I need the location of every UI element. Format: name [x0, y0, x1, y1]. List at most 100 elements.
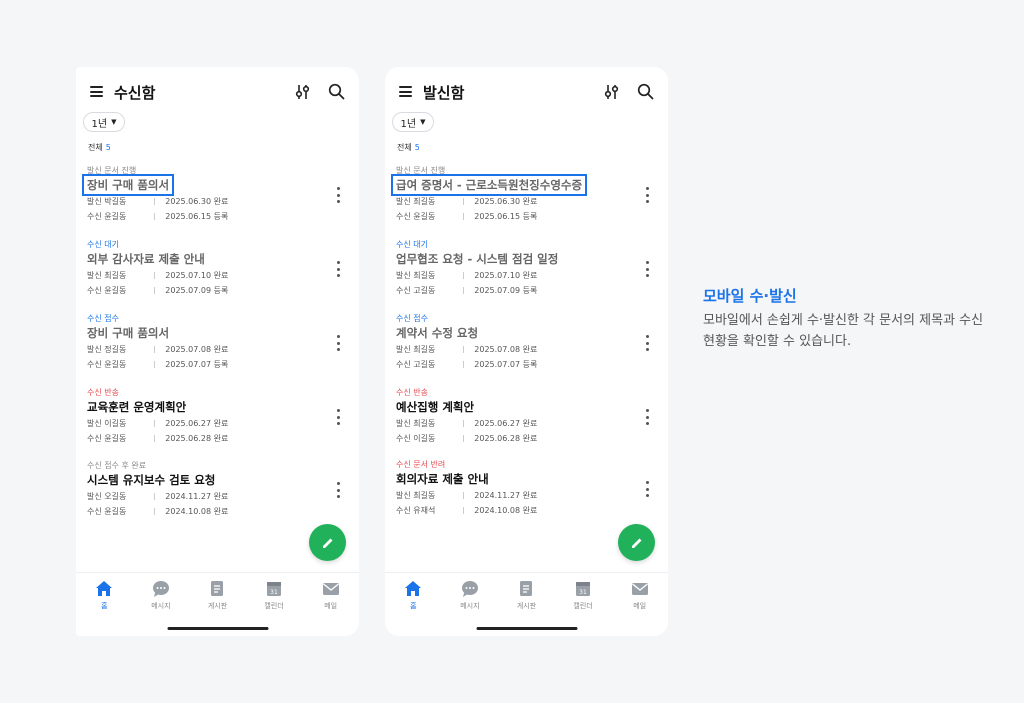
- tab-calendar[interactable]: 31 캘린더: [555, 573, 612, 622]
- total-count: 전체 5: [397, 142, 420, 153]
- app-bar: 발신함: [385, 80, 668, 106]
- svg-text:31: 31: [579, 589, 587, 596]
- feature-caption: 모바일 수·발신 모바일에서 손쉽게 수·발신한 각 문서의 제목과 수신 현황…: [703, 285, 993, 352]
- receiver-row: 수신 이길동 2025.06.28 완료: [396, 434, 538, 443]
- list-item[interactable]: 수신 대기 업무협조 요청 - 시스템 점검 일정 발신 최길동 2025.07.…: [385, 239, 668, 309]
- status-label: 수신 반송: [396, 388, 428, 397]
- sender-row: 발신 최길동 2025.06.27 완료: [396, 419, 538, 428]
- board-icon: [211, 581, 224, 596]
- filter-icon[interactable]: [604, 83, 620, 101]
- home-icon: [405, 581, 422, 596]
- total-label: 전체: [397, 143, 412, 152]
- tab-message[interactable]: 메시지: [133, 573, 190, 622]
- receiver-row: 수신 고길동 2025.07.09 등록: [396, 286, 538, 295]
- list-item[interactable]: 수신 접수 장비 구매 품의서 발신 정길동 2025.07.08 완료 수신 윤…: [76, 313, 359, 383]
- bottom-tab-bar: 홈 메시지 게시판 31 캘린더 메일: [76, 572, 359, 622]
- sender-row: 발신 오길동 2024.11.27 완료: [87, 492, 229, 501]
- list-item[interactable]: 발신 문서 진행 급여 증명서 - 근로소득원천징수영수증 발신 최길동 2025…: [385, 165, 668, 235]
- total-number: 5: [414, 143, 420, 152]
- list-item[interactable]: 수신 접수 계약서 수정 요청 발신 최길동 2025.07.08 완료 수신 고…: [385, 313, 668, 383]
- tab-message[interactable]: 메시지: [442, 573, 499, 622]
- receiver-row: 수신 윤길동 2025.06.28 완료: [87, 434, 229, 443]
- caret-down-icon: ▼: [111, 118, 117, 126]
- filter-icon[interactable]: [295, 83, 311, 101]
- list-item[interactable]: 수신 반송 예산집행 계획안 발신 최길동 2025.06.27 완료 수신 이길…: [385, 387, 668, 457]
- status-label: 수신 대기: [396, 240, 428, 249]
- status-label: 수신 접수: [87, 314, 119, 323]
- home-indicator: [476, 627, 577, 630]
- sender-row: 발신 박길동 2025.06.30 완료: [87, 197, 229, 206]
- status-label: 수신 대기: [87, 240, 119, 249]
- home-indicator: [167, 627, 268, 630]
- tab-mail[interactable]: 메일: [611, 573, 668, 622]
- tab-board[interactable]: 게시판: [498, 573, 555, 622]
- tab-calendar[interactable]: 31 캘린더: [246, 573, 303, 622]
- more-options-icon[interactable]: [644, 187, 650, 203]
- compose-button[interactable]: [309, 524, 346, 561]
- search-icon[interactable]: [637, 83, 654, 100]
- list-item[interactable]: 수신 반송 교육훈련 운영계획안 발신 이길동 2025.06.27 완료 수신 …: [76, 387, 359, 457]
- more-options-icon[interactable]: [644, 261, 650, 277]
- menu-icon[interactable]: [399, 86, 412, 97]
- total-label: 전체: [88, 143, 103, 152]
- tab-board[interactable]: 게시판: [189, 573, 246, 622]
- period-select[interactable]: 1년 ▼: [392, 112, 434, 132]
- sender-row: 발신 최길동 2025.07.10 완료: [396, 271, 538, 280]
- document-title: 예산집행 계획안: [396, 400, 475, 414]
- mail-icon: [322, 583, 339, 595]
- more-options-icon[interactable]: [335, 335, 341, 351]
- status-label: 수신 접수 후 완료: [87, 461, 147, 470]
- document-title: 급여 증명서 - 근로소득원천징수영수증: [390, 174, 588, 196]
- tab-home[interactable]: 홈: [385, 573, 442, 622]
- document-title: 회의자료 제출 안내: [396, 472, 489, 486]
- more-options-icon[interactable]: [644, 335, 650, 351]
- calendar-icon: 31: [576, 582, 591, 596]
- list-item[interactable]: 수신 접수 후 완료 시스템 유지보수 검토 요청 발신 오길동 2024.11.…: [76, 460, 359, 530]
- more-options-icon[interactable]: [335, 482, 341, 498]
- status-label: 발신 문서 진행: [87, 166, 137, 175]
- sender-row: 발신 최길동 2025.06.30 완료: [396, 197, 538, 206]
- search-icon[interactable]: [328, 83, 345, 100]
- outbox-screen: 발신함 1년 ▼ 전체 5 발신 문서 진행 급여 증명서 - 근로소득원천징수영…: [385, 67, 668, 636]
- tab-home[interactable]: 홈: [76, 573, 133, 622]
- list-item[interactable]: 수신 문서 반려 회의자료 제출 안내 발신 최길동 2024.11.27 완료 …: [385, 459, 668, 529]
- more-options-icon[interactable]: [335, 409, 341, 425]
- status-label: 수신 반송: [87, 388, 119, 397]
- compose-button[interactable]: [618, 524, 655, 561]
- receiver-row: 수신 윤길동 2025.07.07 등록: [87, 360, 229, 369]
- more-options-icon[interactable]: [335, 187, 341, 203]
- app-bar: 수신함: [76, 80, 359, 106]
- document-title: 업무협조 요청 - 시스템 점검 일정: [396, 252, 559, 266]
- menu-icon[interactable]: [90, 86, 103, 97]
- receiver-row: 수신 윤길동 2025.07.09 등록: [87, 286, 229, 295]
- pencil-icon: [631, 538, 641, 548]
- chat-icon: [152, 581, 169, 597]
- sender-row: 발신 최길동 2025.07.10 완료: [87, 271, 229, 280]
- more-options-icon[interactable]: [644, 481, 650, 497]
- more-options-icon[interactable]: [644, 409, 650, 425]
- status-label: 수신 접수: [396, 314, 428, 323]
- list-item[interactable]: 발신 문서 진행 장비 구매 품의서 발신 박길동 2025.06.30 완료 수…: [76, 165, 359, 235]
- list-item[interactable]: 수신 대기 외부 감사자료 제출 안내 발신 최길동 2025.07.10 완료 …: [76, 239, 359, 309]
- tab-mail[interactable]: 메일: [302, 573, 359, 622]
- chat-icon: [461, 581, 478, 597]
- period-value: 1년: [400, 118, 417, 130]
- sender-row: 발신 정길동 2025.07.08 완료: [87, 345, 229, 354]
- caret-down-icon: ▼: [420, 118, 426, 126]
- board-icon: [520, 581, 533, 596]
- total-number: 5: [105, 143, 111, 152]
- calendar-icon: 31: [267, 582, 282, 596]
- document-title: 시스템 유지보수 검토 요청: [87, 473, 216, 487]
- svg-text:31: 31: [270, 589, 278, 596]
- more-options-icon[interactable]: [335, 261, 341, 277]
- sender-row: 발신 최길동 2025.07.08 완료: [396, 345, 538, 354]
- pencil-icon: [322, 538, 332, 548]
- receiver-row: 수신 윤길동 2024.10.08 완료: [87, 507, 229, 516]
- document-title: 교육훈련 운영계획안: [87, 400, 187, 414]
- page-title: 발신함: [423, 84, 465, 102]
- period-select[interactable]: 1년 ▼: [83, 112, 125, 132]
- receiver-row: 수신 윤길동 2025.06.15 등록: [396, 212, 538, 221]
- bottom-tab-bar: 홈 메시지 게시판 31 캘린더 메일: [385, 572, 668, 622]
- document-title: 계약서 수정 요청: [396, 326, 479, 340]
- total-count: 전체 5: [88, 142, 111, 153]
